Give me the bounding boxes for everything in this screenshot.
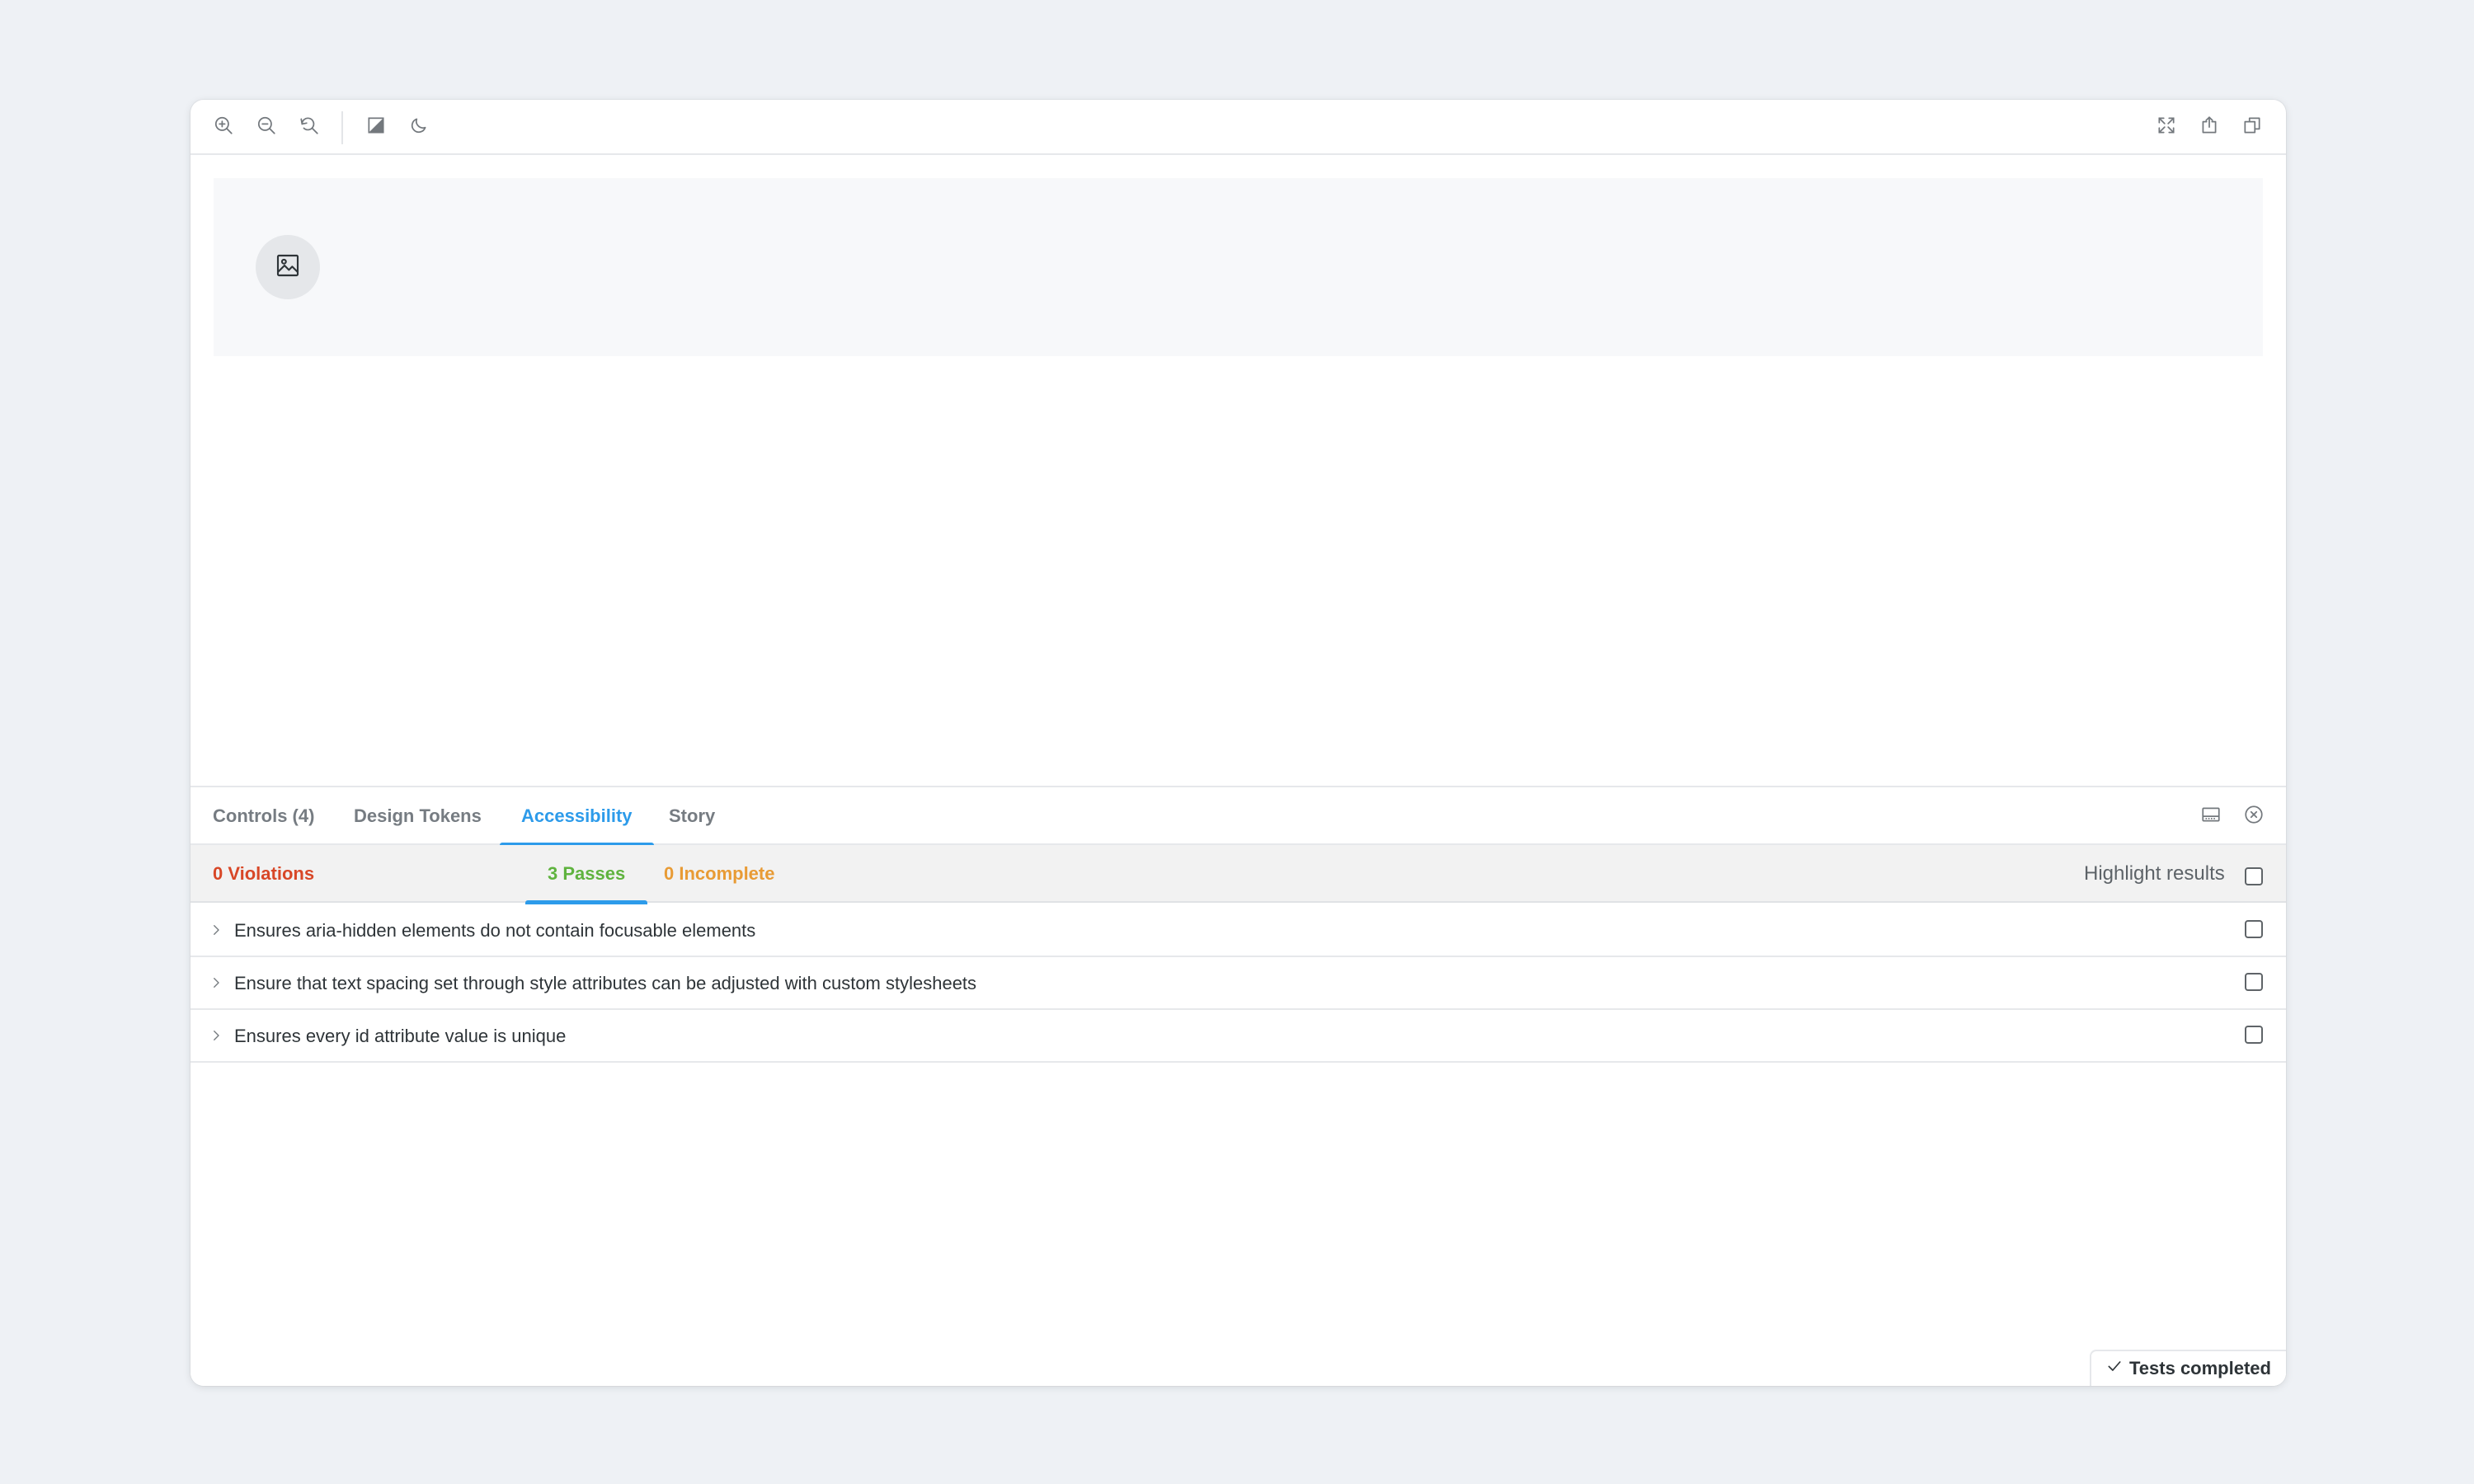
subtab-violations[interactable]: 0 Violations (213, 845, 314, 903)
zoom-in-icon (213, 115, 234, 140)
avatar (256, 235, 320, 299)
tests-status-text: Tests completed (2129, 1358, 2271, 1378)
result-title: Ensures every id attribute value is uniq… (234, 1026, 567, 1046)
storybook-window: Controls (4) Design Tokens Accessibility… (190, 100, 2286, 1386)
tab-accessibility[interactable]: Accessibility (500, 787, 653, 847)
result-row[interactable]: Ensure that text spacing set through sty… (190, 957, 2286, 1010)
result-title: Ensure that text spacing set through sty… (234, 973, 977, 993)
fullscreen-icon (2156, 115, 2177, 140)
close-circle-icon (2243, 804, 2265, 829)
share-icon (2199, 115, 2220, 140)
highlight-results-label: Highlight results (2084, 862, 2225, 885)
reset-zoom-icon (299, 115, 320, 140)
chevron-right-icon[interactable] (207, 1026, 225, 1045)
subtab-incomplete[interactable]: 0 Incomplete (664, 845, 774, 903)
addon-tabs: Controls (4) Design Tokens Accessibility… (190, 787, 2286, 847)
tests-status-badge: Tests completed (2090, 1350, 2286, 1386)
reset-zoom-button[interactable] (293, 110, 326, 143)
close-panel-button[interactable] (2241, 803, 2267, 829)
contrast-button[interactable] (360, 110, 393, 143)
result-highlight-checkbox[interactable] (2245, 920, 2263, 938)
subtab-passes[interactable]: 3 Passes (524, 845, 648, 904)
zoom-out-icon (256, 115, 277, 140)
chevron-right-icon[interactable] (207, 974, 225, 992)
contrast-icon (365, 115, 387, 140)
preview-toolbar (190, 100, 2286, 155)
result-row[interactable]: Ensures aria-hidden elements do not cont… (190, 904, 2286, 957)
copy-link-button[interactable] (2236, 110, 2269, 143)
zoom-out-button[interactable] (250, 110, 283, 143)
share-button[interactable] (2193, 110, 2226, 143)
highlight-results-checkbox[interactable] (2245, 867, 2263, 885)
image-icon (275, 252, 301, 283)
tab-design-tokens[interactable]: Design Tokens (354, 787, 482, 845)
addon-panel: Controls (4) Design Tokens Accessibility… (190, 786, 2286, 1386)
result-highlight-checkbox[interactable] (2245, 1026, 2263, 1044)
check-icon (2106, 1358, 2123, 1379)
result-row[interactable]: Ensures every id attribute value is uniq… (190, 1010, 2286, 1063)
tab-story[interactable]: Story (669, 787, 715, 845)
moon-icon (408, 115, 430, 140)
fullscreen-button[interactable] (2150, 110, 2183, 143)
tab-controls[interactable]: Controls (4) (213, 787, 314, 845)
dark-mode-button[interactable] (402, 110, 435, 143)
copy-link-icon (2241, 115, 2263, 140)
accessibility-subtabs: 0 Violations 3 Passes 0 Incomplete Highl… (190, 845, 2286, 904)
story-preview (214, 178, 2263, 356)
result-highlight-checkbox[interactable] (2245, 973, 2263, 991)
chevron-right-icon[interactable] (207, 921, 225, 939)
result-title: Ensures aria-hidden elements do not cont… (234, 920, 756, 941)
zoom-in-button[interactable] (207, 110, 240, 143)
toolbar-divider (341, 111, 343, 144)
panel-layout-button[interactable] (2198, 803, 2224, 829)
panel-layout-icon (2200, 804, 2222, 829)
